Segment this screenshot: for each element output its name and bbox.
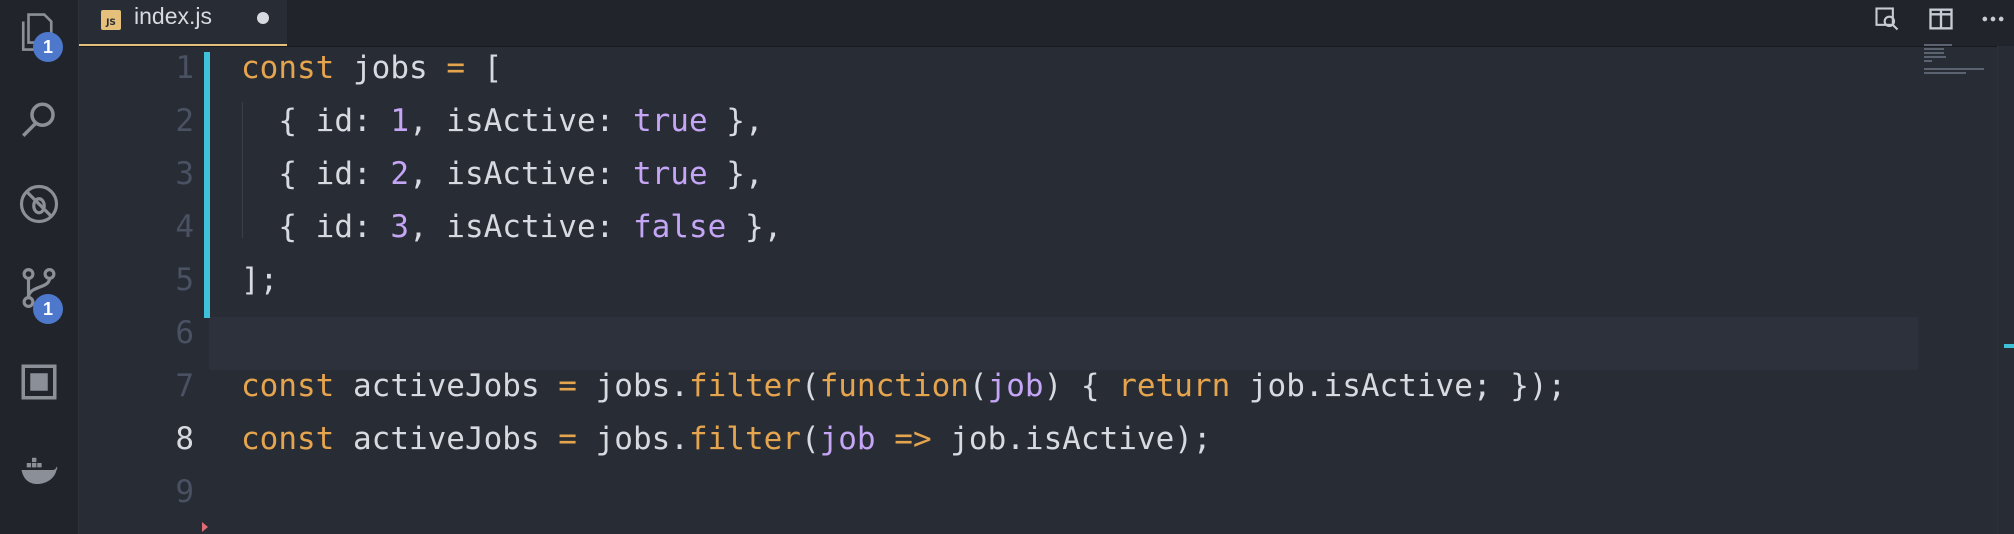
search-icon[interactable] <box>0 88 78 152</box>
code-line[interactable]: ]; <box>241 262 278 298</box>
extensions-icon[interactable] <box>0 350 78 414</box>
more-actions-icon[interactable] <box>1976 4 2010 34</box>
scm-badge: 1 <box>33 294 63 324</box>
current-line-highlight <box>209 317 1918 370</box>
scroll-position-marker <box>2004 344 2014 348</box>
vertical-scrollbar[interactable] <box>1997 46 2014 534</box>
docker-icon[interactable] <box>0 438 78 502</box>
js-file-icon: JS <box>101 10 121 30</box>
line-number[interactable]: 4 <box>79 209 194 245</box>
line-number[interactable]: 1 <box>79 50 194 86</box>
line-number[interactable]: 5 <box>79 262 194 298</box>
line-number[interactable]: 6 <box>79 315 194 351</box>
split-editor-icon[interactable] <box>1924 4 1958 34</box>
debug-icon[interactable] <box>0 172 78 236</box>
tab-index-js[interactable]: JS index.js <box>79 0 287 46</box>
source-control-icon[interactable]: 1 <box>0 256 78 324</box>
code-line[interactable]: { id: 3, isActive: false }, <box>241 209 782 245</box>
code-line[interactable]: const activeJobs = jobs.filter(job => jo… <box>241 421 1212 457</box>
error-marker-icon <box>202 522 208 532</box>
code-line[interactable]: const jobs = [ <box>241 50 502 86</box>
files-icon[interactable]: 1 <box>0 0 78 64</box>
line-number[interactable]: 3 <box>79 156 194 192</box>
open-preview-icon[interactable] <box>1870 4 1904 34</box>
editor: JS index.js 1 const jobs = [2 {id: 1, … <box>79 0 2014 534</box>
line-number[interactable]: 8 <box>79 421 194 457</box>
code-line[interactable]: { id: 1, isActive: true }, <box>241 103 763 139</box>
code-area[interactable]: 1 const jobs = [ 2 { id: 1, isActive: true… <box>79 46 2014 534</box>
code-line[interactable]: const activeJobs = jobs.filter(function(… <box>241 368 1566 404</box>
tab-label: index.js <box>134 3 212 29</box>
line-number[interactable]: 2 <box>79 103 194 139</box>
minimap[interactable] <box>1924 44 1994 74</box>
tab-bar: JS index.js <box>79 0 2014 47</box>
line-number[interactable]: 9 <box>79 474 194 510</box>
modified-lines-gutter <box>204 52 210 318</box>
line-number[interactable]: 7 <box>79 368 194 404</box>
explorer-badge: 1 <box>33 32 63 62</box>
code-line[interactable]: { id: 2, isActive: true }, <box>241 156 763 192</box>
activity-bar: 1 1 <box>0 0 79 534</box>
unsaved-dot-icon[interactable] <box>257 12 269 24</box>
